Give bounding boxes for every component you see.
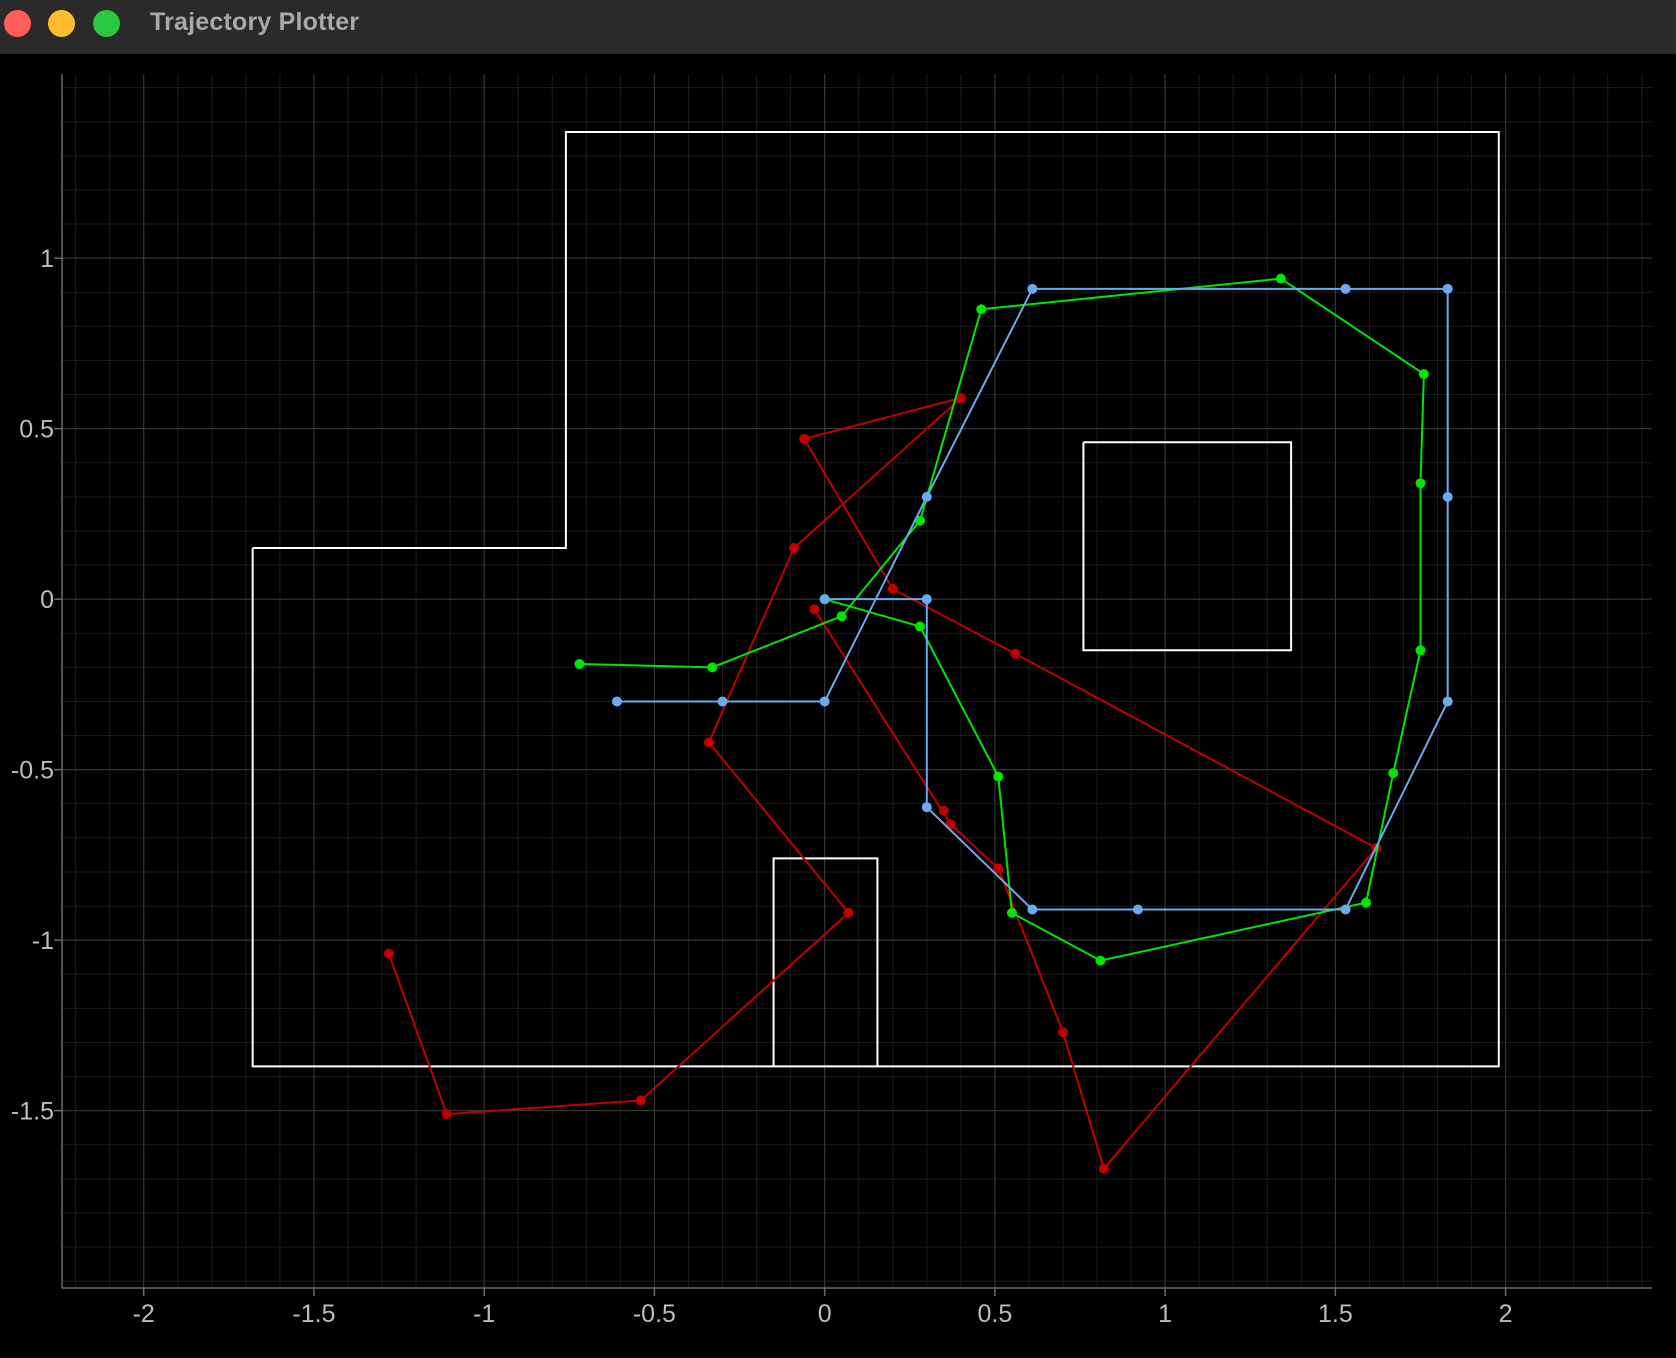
trajectory-point	[707, 662, 718, 673]
trajectory	[383, 392, 966, 1120]
trajectory-point	[914, 621, 925, 632]
trajectory-point	[717, 696, 728, 707]
trajectory-point	[976, 304, 987, 315]
trajectory-point	[1010, 648, 1021, 659]
trajectory-point	[1442, 491, 1453, 502]
trajectory-point	[1415, 478, 1426, 489]
plot-area[interactable]: -2 -1.5 -1 -0.5 0 0.5 1 1.5 2 1 0.5 0 -0.5 -1 -1.5	[0, 54, 1676, 1358]
trajectory-point	[1006, 907, 1017, 918]
obstacle-outline	[1082, 441, 1293, 652]
maximize-window-button[interactable]	[93, 10, 120, 37]
trajectory-point	[1340, 283, 1351, 294]
obstacle-outline	[772, 857, 879, 1067]
x-tick-label: 0.5	[978, 1300, 1013, 1328]
trajectory-point	[1388, 768, 1399, 779]
trajectory-point	[574, 658, 585, 669]
trajectory-point	[611, 696, 622, 707]
trajectory-point	[1027, 283, 1038, 294]
trajectory-point	[921, 594, 932, 605]
x-tick-label: -0.5	[633, 1300, 676, 1328]
trajectory-series	[383, 273, 1453, 1174]
window-titlebar: Trajectory Plotter	[0, 0, 1676, 55]
trajectory-point	[703, 737, 714, 748]
y-tick-label: -1	[32, 927, 54, 955]
x-tick-label: -1.5	[292, 1300, 335, 1328]
tick-labels: -2 -1.5 -1 -0.5 0 0.5 1 1.5 2 1 0.5 0 -0.5 -1 -1.5	[11, 245, 1513, 1328]
trajectory-point	[1132, 904, 1143, 915]
y-tick-label: 1	[40, 245, 54, 273]
trajectory-point	[441, 1109, 452, 1120]
trajectory-point	[1098, 1163, 1109, 1174]
window-title: Trajectory Plotter	[150, 8, 360, 36]
y-tick-label: -1.5	[11, 1098, 54, 1126]
x-tick-label: -1	[473, 1300, 495, 1328]
x-tick-label: 0	[818, 1300, 832, 1328]
trajectory-point	[1275, 273, 1286, 284]
trajectory-point	[993, 771, 1004, 782]
trajectory-point	[1361, 897, 1372, 908]
minimize-window-button[interactable]	[48, 10, 75, 37]
x-tick-label: -2	[133, 1300, 155, 1328]
trajectory-point	[1442, 283, 1453, 294]
trajectory-point	[1442, 696, 1453, 707]
x-tick-label: 2	[1499, 1300, 1513, 1328]
y-tick-label: 0	[40, 586, 54, 614]
trajectory-point	[635, 1095, 646, 1106]
y-tick-label: 0.5	[19, 416, 54, 444]
trajectory-point	[921, 802, 932, 813]
trajectory-point	[799, 433, 810, 444]
trajectory-line	[579, 277, 1425, 962]
trajectory-point	[938, 805, 949, 816]
trajectory-point	[819, 594, 830, 605]
trajectory-point	[789, 543, 800, 554]
close-window-button[interactable]	[4, 10, 31, 37]
trajectory-point	[836, 611, 847, 622]
y-tick-label: -0.5	[11, 757, 54, 785]
trajectory-point	[1027, 904, 1038, 915]
trajectory-point	[1340, 904, 1351, 915]
trajectory-point	[887, 583, 898, 594]
trajectory-point	[1095, 955, 1106, 966]
trajectory-point	[1418, 369, 1429, 380]
trajectory	[938, 805, 949, 816]
trajectory	[574, 273, 1429, 966]
trajectory-point	[921, 491, 932, 502]
trajectory-point	[1057, 1027, 1068, 1038]
trajectory-point	[383, 948, 394, 959]
trajectory-line	[387, 397, 962, 1116]
trajectory-plot[interactable]: -2 -1.5 -1 -0.5 0 0.5 1 1.5 2 1 0.5 0 -0.5 -1 -1.5	[0, 54, 1676, 1358]
trajectory-point	[809, 604, 820, 615]
trajectory-point	[819, 696, 830, 707]
x-tick-label: 1.5	[1318, 1300, 1353, 1328]
trajectory-point	[1415, 645, 1426, 656]
x-tick-label: 1	[1158, 1300, 1172, 1328]
trajectory-point	[843, 907, 854, 918]
